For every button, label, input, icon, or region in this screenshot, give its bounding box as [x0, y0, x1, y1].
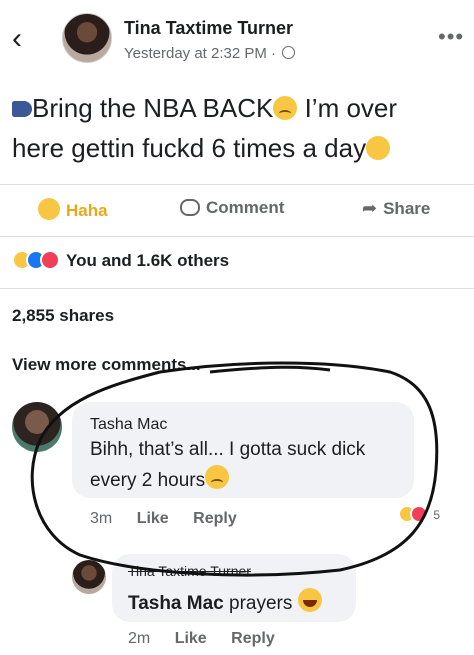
woozy-emoji-icon	[366, 136, 391, 160]
sad-emoji-icon	[273, 96, 298, 120]
comment-text: Bihh, that’s all... I gotta suck dick ev…	[90, 435, 410, 496]
comment-reply-button[interactable]: Reply	[193, 510, 237, 527]
comment-line2: every 2 hours	[90, 470, 206, 491]
share-label: Share	[383, 199, 431, 218]
comment-reactions[interactable]: 5	[398, 505, 440, 523]
comment-line1: Bihh, that’s all... I gotta suck dick	[90, 439, 366, 460]
haha-label: Haha	[66, 201, 108, 220]
author-avatar[interactable]	[62, 13, 112, 63]
reply-meta: 2m Like Reply	[128, 630, 295, 648]
more-options-icon[interactable]: •••	[438, 24, 464, 50]
reaction-count: You and 1.6K others	[66, 251, 230, 270]
post-line1-a: Bring the NBA BACK	[32, 93, 274, 123]
post-meta: Yesterday at 2:32 PM ·	[124, 45, 296, 62]
reply-body: prayers	[223, 593, 293, 614]
scribble-path	[209, 365, 331, 374]
comment-time: 3m	[90, 510, 113, 527]
action-bar: Haha Comment ➦ Share	[0, 190, 474, 230]
reply-time: 2m	[128, 630, 151, 647]
comment-reaction-count: 5	[433, 508, 441, 522]
comment-author[interactable]: Tasha Mac	[90, 416, 167, 434]
haha-icon	[38, 198, 60, 220]
reply-reply-button[interactable]: Reply	[231, 630, 275, 647]
share-count[interactable]: 2,855 shares	[12, 306, 114, 326]
laughing-emoji-icon	[297, 588, 322, 612]
divider	[0, 236, 474, 237]
post-header: ‹ Tina Taxtime Turner Yesterday at 2:32 …	[0, 0, 474, 80]
megaphone-icon	[12, 101, 32, 117]
divider	[0, 184, 474, 185]
sad-emoji-icon	[205, 465, 230, 489]
divider	[0, 288, 474, 289]
reply-like-button[interactable]: Like	[175, 630, 207, 647]
back-icon[interactable]: ‹	[12, 24, 22, 54]
love-reaction-icon	[40, 250, 60, 270]
author-name[interactable]: Tina Taxtime Turner	[124, 18, 293, 39]
love-reaction-icon	[410, 505, 428, 523]
reaction-summary[interactable]: You and 1.6K others	[12, 250, 229, 271]
share-icon: ➦	[362, 198, 378, 218]
post-line1-b: I’m over	[297, 93, 398, 123]
view-more-comments-link[interactable]: View more comments...	[12, 355, 201, 375]
share-button[interactable]: ➦ Share	[362, 198, 430, 219]
post-line2: here gettin fuckd 6 times a day	[12, 133, 367, 163]
post-timestamp[interactable]: Yesterday at 2:32 PM ·	[124, 45, 276, 62]
comment-button[interactable]: Comment	[180, 198, 284, 218]
haha-button[interactable]: Haha	[38, 198, 108, 221]
comment-icon	[180, 199, 200, 216]
comment-like-button[interactable]: Like	[137, 510, 169, 527]
reply-avatar[interactable]	[72, 560, 106, 594]
reply-text: Tasha Mac prayers	[128, 588, 322, 619]
comment-label: Comment	[206, 198, 285, 217]
comment-meta: 3m Like Reply	[90, 510, 257, 528]
reply-author[interactable]: Tina Taxtime Turner	[128, 563, 251, 579]
commenter-avatar[interactable]	[12, 402, 62, 452]
globe-icon	[282, 46, 296, 59]
reply-mention[interactable]: Tasha Mac	[128, 593, 224, 614]
post-text: Bring the NBA BACK I’m over here gettin …	[12, 88, 468, 168]
